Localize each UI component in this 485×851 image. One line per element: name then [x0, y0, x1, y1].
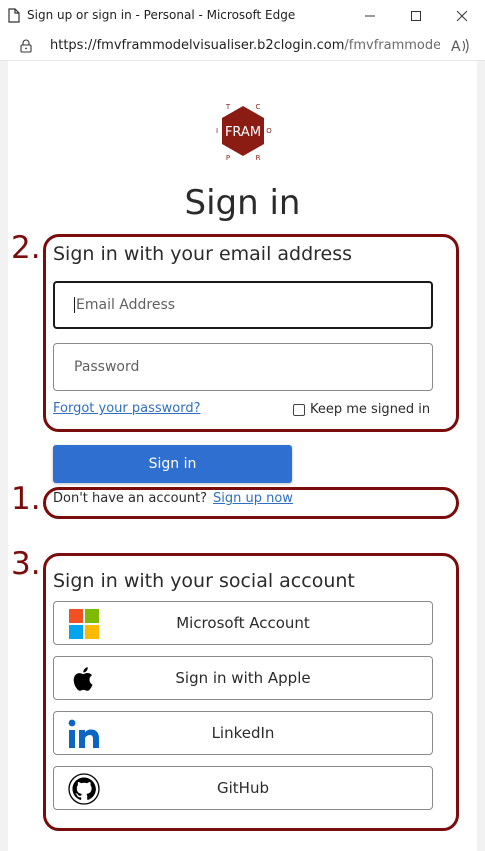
url-host: https://fmvframmodelvisualiser.b2clogin.… — [50, 38, 345, 53]
read-aloud-icon[interactable]: A — [451, 37, 471, 55]
logo-letter-o: O — [266, 127, 272, 135]
callout-number-2: 2. — [11, 230, 41, 266]
callout-number-1: 1. — [11, 481, 41, 517]
page-title: Sign in — [184, 183, 301, 223]
minimize-icon — [365, 15, 375, 16]
window-title-bar: Sign up or sign in - Personal - Microsof… — [0, 0, 485, 31]
logo-letter-t: T — [225, 103, 231, 111]
minimize-button[interactable] — [347, 0, 393, 31]
close-window-button[interactable] — [439, 0, 485, 31]
callout-local-account — [43, 234, 459, 432]
url-path: /fmvframmodel... — [344, 38, 440, 53]
svg-text:A: A — [451, 39, 461, 55]
address-bar[interactable]: https://fmvframmodelvisualiser.b2clogin.… — [0, 31, 485, 61]
callout-social-accounts — [43, 553, 459, 831]
lock-icon[interactable] — [20, 39, 32, 53]
logo-letter-p: P — [226, 154, 230, 162]
maximize-button[interactable] — [393, 0, 439, 31]
window-title: Sign up or sign in - Personal - Microsof… — [27, 8, 296, 22]
callout-sign-up — [43, 487, 459, 519]
logo-text: FRAM — [225, 125, 261, 140]
sign-in-button[interactable]: Sign in — [53, 445, 292, 483]
logo-letter-r: R — [256, 154, 261, 162]
page-icon — [8, 8, 20, 23]
url-text[interactable]: https://fmvframmodelvisualiser.b2clogin.… — [50, 38, 440, 53]
maximize-icon — [411, 10, 421, 21]
logo-letter-c: C — [256, 103, 261, 111]
callout-number-3: 3. — [11, 546, 41, 582]
close-icon — [456, 10, 468, 21]
fram-logo: FRAM T C I O P R — [216, 103, 272, 162]
logo-letter-i: I — [216, 127, 218, 135]
